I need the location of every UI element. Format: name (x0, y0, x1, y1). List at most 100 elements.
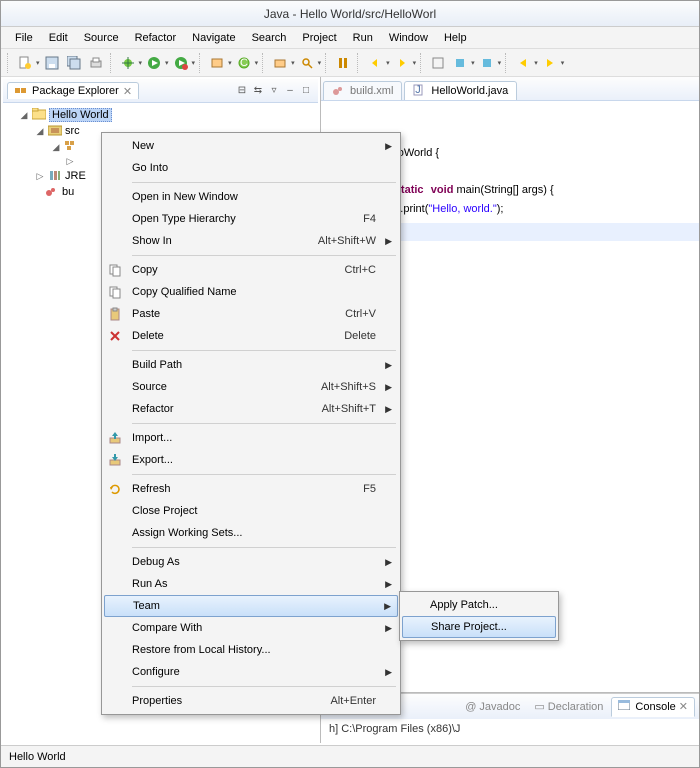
menu-item-label: New (132, 140, 154, 152)
twisty-icon[interactable]: ▷ (65, 156, 75, 167)
submenu-item-apply-patch[interactable]: Apply Patch... (402, 594, 556, 616)
debug-button[interactable]: ▾ (118, 53, 143, 73)
menu-item-source[interactable]: SourceAlt+Shift+S▶ (104, 376, 398, 398)
menu-item-label: Properties (132, 695, 182, 707)
menu-item-import[interactable]: Import... (104, 427, 398, 449)
twisty-icon[interactable]: ▷ (35, 171, 45, 182)
menu-item-properties[interactable]: PropertiesAlt+Enter (104, 690, 398, 712)
menu-help[interactable]: Help (436, 30, 475, 46)
context-menu[interactable]: New▶Go IntoOpen in New WindowOpen Type H… (101, 132, 401, 715)
menu-item-compare-with[interactable]: Compare With▶ (104, 617, 398, 639)
src-label: src (65, 125, 80, 137)
last-edit-button[interactable]: ▾ (513, 53, 538, 73)
twisty-icon[interactable]: ◢ (51, 142, 61, 153)
open-type-button[interactable]: ▾ (270, 53, 295, 73)
menu-item-build-path[interactable]: Build Path▶ (104, 354, 398, 376)
menu-item-refresh[interactable]: RefreshF5 (104, 478, 398, 500)
menu-accelerator: Ctrl+V (345, 308, 376, 320)
back-hist-button[interactable]: ▾ (540, 53, 565, 73)
menu-item-assign-working-sets[interactable]: Assign Working Sets... (104, 522, 398, 544)
menu-item-configure[interactable]: Configure▶ (104, 661, 398, 683)
new-button[interactable]: ▾ (15, 53, 40, 73)
menu-item-team[interactable]: Team ▶ (104, 595, 398, 617)
submenu-arrow-icon: ▶ (384, 601, 391, 612)
close-icon[interactable]: ✕ (123, 85, 132, 98)
menu-project[interactable]: Project (294, 30, 344, 46)
close-icon[interactable]: ✕ (679, 700, 688, 713)
menu-file[interactable]: File (7, 30, 41, 46)
submenu-item-share-project[interactable]: Share Project... (402, 616, 556, 638)
menu-item-open-type-hierarchy[interactable]: Open Type HierarchyF4 (104, 208, 398, 230)
save-all-button[interactable] (64, 53, 84, 73)
submenu-arrow-icon: ▶ (385, 623, 392, 634)
editor-tab-helloworld[interactable]: J HelloWorld.java (404, 81, 517, 100)
menu-item-label: Assign Working Sets... (132, 527, 242, 539)
run-button[interactable]: ▾ (144, 53, 169, 73)
menu-item-label: Share Project... (431, 621, 507, 633)
toolbar-separator (325, 53, 329, 73)
menu-navigate[interactable]: Navigate (184, 30, 243, 46)
menu-item-label: Team (133, 600, 160, 612)
menu-item-label: Go Into (132, 162, 168, 174)
menu-item-show-in[interactable]: Show InAlt+Shift+W▶ (104, 230, 398, 252)
menu-item-copy-qualified-name[interactable]: Copy Qualified Name (104, 281, 398, 303)
menu-edit[interactable]: Edit (41, 30, 76, 46)
pin-button[interactable] (428, 53, 448, 73)
menu-run[interactable]: Run (345, 30, 381, 46)
menu-item-export[interactable]: Export... (104, 449, 398, 471)
twisty-icon[interactable]: ◢ (35, 126, 45, 137)
menu-item-label: Apply Patch... (430, 599, 498, 611)
toggle-mark-button[interactable] (333, 53, 353, 73)
nav-back-button[interactable]: ▾ (365, 53, 390, 73)
menu-item-copy[interactable]: CopyCtrl+C (104, 259, 398, 281)
menu-source[interactable]: Source (76, 30, 127, 46)
toolbar-separator (199, 53, 203, 73)
print-button[interactable] (86, 53, 106, 73)
nav-fwd-button[interactable]: ▾ (392, 53, 417, 73)
menu-item-debug-as[interactable]: Debug As▶ (104, 551, 398, 573)
menu-item-delete[interactable]: DeleteDelete (104, 325, 398, 347)
import-icon (108, 431, 126, 445)
toolbar: ▾ ▾ ▾ ▾ ▾ C▾ ▾ ▾ ▾ ▾ ▾ ▾ ▾ ▾ (1, 49, 699, 77)
menu-item-go-into[interactable]: Go Into (104, 157, 398, 179)
submenu-arrow-icon: ▶ (385, 404, 392, 415)
javadoc-tab[interactable]: @Javadoc (459, 699, 526, 715)
menu-item-new[interactable]: New▶ (104, 135, 398, 157)
new-class-button[interactable]: C▾ (234, 53, 259, 73)
console-tab[interactable]: Console ✕ (611, 697, 695, 717)
prev-ann-button[interactable]: ▾ (477, 53, 502, 73)
delete-icon (108, 329, 126, 343)
menu-window[interactable]: Window (381, 30, 436, 46)
declaration-tab[interactable]: ▭Declaration (528, 698, 609, 715)
menu-item-run-as[interactable]: Run As▶ (104, 573, 398, 595)
new-package-button[interactable]: ▾ (207, 53, 232, 73)
maximize-icon[interactable]: □ (298, 83, 314, 99)
menu-item-paste[interactable]: PasteCtrl+V (104, 303, 398, 325)
submenu-arrow-icon: ▶ (385, 579, 392, 590)
minimize-icon[interactable]: – (282, 83, 298, 99)
save-button[interactable] (42, 53, 62, 73)
search-button[interactable]: ▾ (297, 53, 322, 73)
link-editor-icon[interactable]: ⇆ (250, 83, 266, 99)
build-label: bu (62, 186, 74, 198)
editor-tab-buildxml[interactable]: build.xml (323, 81, 402, 100)
submenu-arrow-icon: ▶ (385, 360, 392, 371)
menu-search[interactable]: Search (244, 30, 295, 46)
tree-project-row[interactable]: ◢ Hello World (7, 107, 314, 123)
menu-item-restore-from-local-history[interactable]: Restore from Local History... (104, 639, 398, 661)
collapse-all-icon[interactable]: ⊟ (234, 83, 250, 99)
run-last-button[interactable]: ▾ (171, 53, 196, 73)
submenu-arrow-icon: ▶ (385, 382, 392, 393)
twisty-icon[interactable]: ◢ (19, 110, 29, 121)
menu-item-refactor[interactable]: RefactorAlt+Shift+T▶ (104, 398, 398, 420)
team-submenu[interactable]: Apply Patch... Share Project... (399, 591, 559, 641)
view-menu-icon[interactable]: ▿ (266, 83, 282, 99)
menu-item-open-in-new-window[interactable]: Open in New Window (104, 186, 398, 208)
menu-item-label: Delete (132, 330, 164, 342)
toolbar-separator (357, 53, 361, 73)
menu-refactor[interactable]: Refactor (127, 30, 185, 46)
next-ann-button[interactable]: ▾ (450, 53, 475, 73)
menu-separator (132, 255, 396, 256)
menu-item-close-project[interactable]: Close Project (104, 500, 398, 522)
package-explorer-tab[interactable]: Package Explorer ✕ (7, 82, 139, 99)
